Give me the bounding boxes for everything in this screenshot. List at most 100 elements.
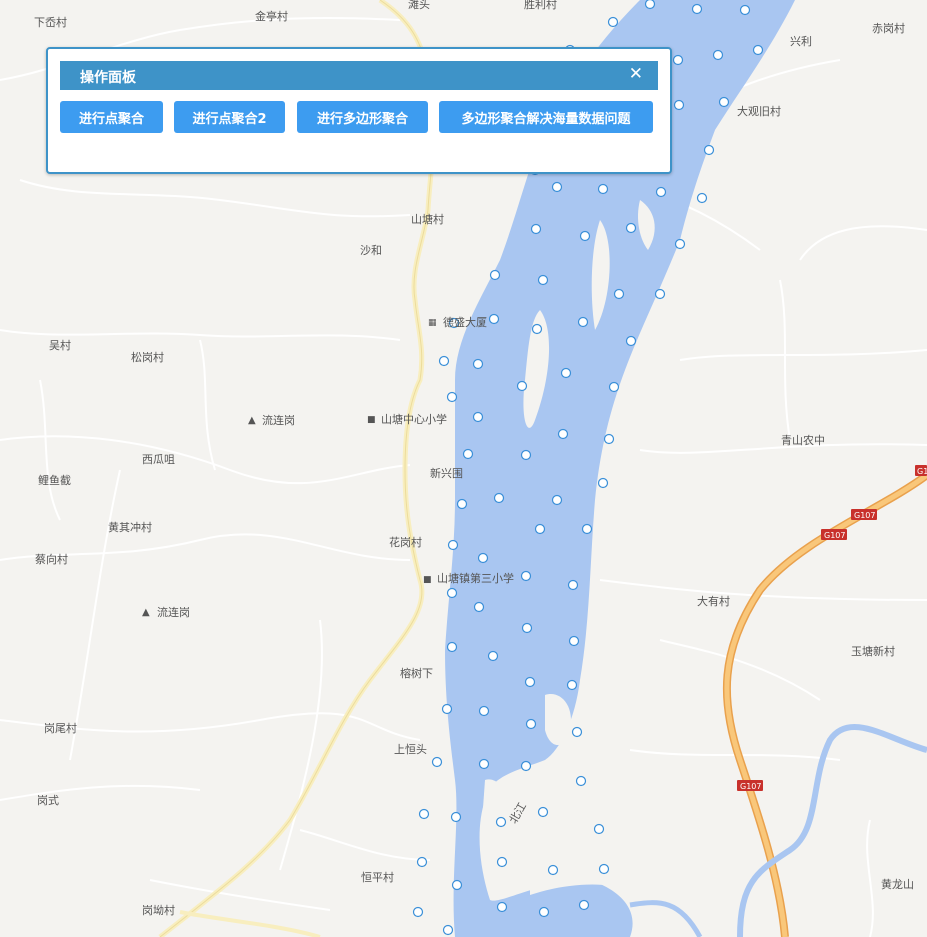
place-label: 岗坳村 bbox=[142, 903, 175, 917]
cluster-point[interactable] bbox=[447, 539, 459, 551]
place-label: 蔡向村 bbox=[35, 552, 68, 566]
cluster-point[interactable] bbox=[418, 808, 430, 820]
school-icon: ■ bbox=[367, 415, 376, 425]
cluster-point[interactable] bbox=[416, 856, 428, 868]
cluster-point[interactable] bbox=[496, 901, 508, 913]
cluster-point[interactable] bbox=[551, 494, 563, 506]
place-label: 岗式 bbox=[37, 794, 59, 807]
cluster-point[interactable] bbox=[520, 570, 532, 582]
cluster-point[interactable] bbox=[525, 718, 537, 730]
cluster-point[interactable] bbox=[537, 806, 549, 818]
cluster-point[interactable] bbox=[478, 758, 490, 770]
cluster-point[interactable] bbox=[655, 186, 667, 198]
cluster-point[interactable] bbox=[608, 381, 620, 393]
place-label: 赤岗村 bbox=[872, 21, 905, 35]
cluster-point[interactable] bbox=[412, 906, 424, 918]
cluster-point[interactable] bbox=[451, 879, 463, 891]
cluster-point[interactable] bbox=[579, 230, 591, 242]
place-label: 德盛大厦 bbox=[443, 315, 487, 329]
place-label: 滩头 bbox=[408, 0, 430, 11]
place-label: 大有村 bbox=[697, 594, 730, 608]
place-label: 榕树下 bbox=[400, 666, 433, 680]
place-label: 兴利 bbox=[790, 35, 812, 48]
cluster-point[interactable] bbox=[489, 269, 501, 281]
cluster-point[interactable] bbox=[488, 313, 500, 325]
cluster-point[interactable] bbox=[607, 16, 619, 28]
cluster-point[interactable] bbox=[473, 601, 485, 613]
cluster-point[interactable] bbox=[531, 323, 543, 335]
cluster-point[interactable] bbox=[551, 181, 563, 193]
cluster-point[interactable] bbox=[450, 811, 462, 823]
cluster-point[interactable] bbox=[739, 4, 751, 16]
cluster-point[interactable] bbox=[534, 523, 546, 535]
road-shield: G107 bbox=[851, 509, 877, 520]
cluster-point[interactable] bbox=[478, 705, 490, 717]
cluster-point[interactable] bbox=[560, 367, 572, 379]
cluster-point[interactable] bbox=[477, 552, 489, 564]
cluster-point[interactable] bbox=[462, 448, 474, 460]
cluster-point[interactable] bbox=[441, 703, 453, 715]
cluster-point[interactable] bbox=[493, 492, 505, 504]
cluster-point[interactable] bbox=[603, 433, 615, 445]
cluster-point[interactable] bbox=[524, 676, 536, 688]
cluster-point[interactable] bbox=[571, 726, 583, 738]
cluster-point[interactable] bbox=[625, 222, 637, 234]
cluster-point[interactable] bbox=[672, 54, 684, 66]
cluster-point[interactable] bbox=[495, 816, 507, 828]
cluster-point[interactable] bbox=[442, 924, 454, 936]
cluster-point[interactable] bbox=[487, 650, 499, 662]
cluster-point[interactable] bbox=[568, 635, 580, 647]
place-label: 沙和 bbox=[360, 244, 382, 257]
polygon-cluster-massive-data-button[interactable]: 多边形聚合解决海量数据问题 bbox=[439, 101, 653, 133]
mountain-icon: ▲ bbox=[142, 607, 150, 618]
point-cluster-2-button[interactable]: 进行点聚合2 bbox=[174, 101, 285, 133]
cluster-point[interactable] bbox=[538, 906, 550, 918]
place-label: 玉塘新村 bbox=[851, 644, 895, 658]
cluster-point[interactable] bbox=[712, 49, 724, 61]
cluster-point[interactable] bbox=[557, 428, 569, 440]
cluster-point[interactable] bbox=[581, 523, 593, 535]
cluster-point[interactable] bbox=[472, 411, 484, 423]
cluster-point[interactable] bbox=[644, 0, 656, 10]
cluster-point[interactable] bbox=[516, 380, 528, 392]
cluster-point[interactable] bbox=[752, 44, 764, 56]
cluster-point[interactable] bbox=[575, 775, 587, 787]
cluster-point[interactable] bbox=[431, 756, 443, 768]
cluster-point[interactable] bbox=[567, 579, 579, 591]
cluster-point[interactable] bbox=[597, 183, 609, 195]
cluster-point[interactable] bbox=[537, 274, 549, 286]
cluster-point[interactable] bbox=[597, 477, 609, 489]
cluster-point[interactable] bbox=[598, 863, 610, 875]
close-icon[interactable]: ✕ bbox=[629, 64, 643, 84]
cluster-point[interactable] bbox=[625, 335, 637, 347]
cluster-point[interactable] bbox=[446, 391, 458, 403]
cluster-point[interactable] bbox=[530, 223, 542, 235]
cluster-point[interactable] bbox=[696, 192, 708, 204]
cluster-point[interactable] bbox=[593, 823, 605, 835]
cluster-point[interactable] bbox=[691, 3, 703, 15]
cluster-point[interactable] bbox=[566, 679, 578, 691]
cluster-point[interactable] bbox=[446, 641, 458, 653]
cluster-point[interactable] bbox=[496, 856, 508, 868]
cluster-point[interactable] bbox=[674, 238, 686, 250]
cluster-point[interactable] bbox=[446, 587, 458, 599]
cluster-point[interactable] bbox=[673, 99, 685, 111]
cluster-point[interactable] bbox=[521, 622, 533, 634]
cluster-point[interactable] bbox=[613, 288, 625, 300]
cluster-point[interactable] bbox=[456, 498, 468, 510]
cluster-point[interactable] bbox=[718, 96, 730, 108]
cluster-point[interactable] bbox=[520, 449, 532, 461]
cluster-point[interactable] bbox=[577, 316, 589, 328]
cluster-point[interactable] bbox=[703, 144, 715, 156]
polygon-cluster-button[interactable]: 进行多边形聚合 bbox=[297, 101, 428, 133]
cluster-point[interactable] bbox=[520, 760, 532, 772]
cluster-point[interactable] bbox=[438, 355, 450, 367]
place-label: 金亭村 bbox=[255, 9, 288, 23]
svg-text:G1: G1 bbox=[917, 467, 927, 476]
place-label: 松岗村 bbox=[131, 350, 164, 364]
cluster-point[interactable] bbox=[654, 288, 666, 300]
cluster-point[interactable] bbox=[547, 864, 559, 876]
cluster-point[interactable] bbox=[578, 899, 590, 911]
cluster-point[interactable] bbox=[472, 358, 484, 370]
point-cluster-button[interactable]: 进行点聚合 bbox=[60, 101, 163, 133]
